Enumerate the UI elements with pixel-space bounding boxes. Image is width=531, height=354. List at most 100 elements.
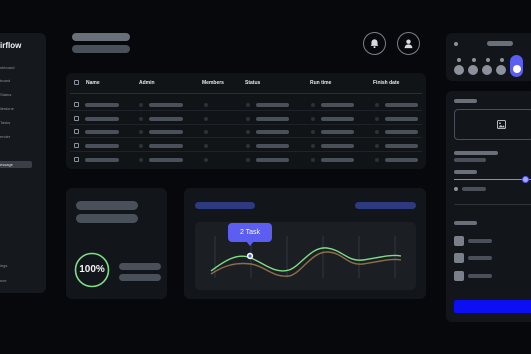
- sidebar-item-dashboard[interactable]: shboard: [0, 65, 14, 70]
- finish-dot: [375, 130, 379, 134]
- admin-cell: [149, 144, 183, 148]
- admin-cell: [149, 158, 183, 162]
- column-header-run-time[interactable]: Run time: [310, 80, 331, 86]
- status-cell: [256, 103, 289, 107]
- sidebar-item-status[interactable]: Status: [0, 92, 11, 97]
- chart-gridlines: [214, 236, 396, 278]
- status-dot: [246, 117, 250, 121]
- status-cell: [256, 144, 289, 148]
- bell-icon: [370, 39, 379, 49]
- slider-handle[interactable]: [522, 176, 529, 183]
- sidebar-item-milestone[interactable]: ilestone: [0, 106, 14, 111]
- row-divider: [70, 137, 422, 138]
- status-dot: [246, 144, 250, 148]
- status-cell: [256, 130, 289, 134]
- sidebar-item-help[interactable]: nce: [0, 278, 6, 283]
- finish-date-cell: [385, 103, 418, 107]
- image-upload-box[interactable]: [454, 109, 531, 140]
- sidebar-item-tasks[interactable]: Tasks: [0, 120, 10, 125]
- avatar[interactable]: [482, 65, 492, 75]
- column-header-name[interactable]: Name: [86, 80, 100, 86]
- panel-indicator: [454, 42, 458, 46]
- runtime-dot: [311, 103, 315, 107]
- admin-cell: [149, 130, 183, 134]
- option-swatch[interactable]: [454, 271, 464, 281]
- finish-date-cell: [385, 117, 418, 121]
- name-cell: [85, 130, 119, 134]
- notification-button[interactable]: [363, 32, 386, 55]
- projects-table: [66, 73, 426, 169]
- status-dot: [246, 130, 250, 134]
- page-subtitle-placeholder: [72, 45, 130, 53]
- members-avatar: [204, 117, 208, 121]
- tooltip-caret: [246, 241, 254, 246]
- row-checkbox[interactable]: [74, 116, 79, 121]
- runtime-cell: [321, 117, 354, 121]
- avatar[interactable]: [454, 65, 464, 75]
- profile-button[interactable]: [397, 32, 420, 55]
- admin-cell: [149, 117, 183, 121]
- avatar[interactable]: [496, 65, 506, 75]
- brand-logo-text: irflow: [0, 41, 22, 50]
- runtime-dot: [311, 117, 315, 121]
- sidebar-item-board[interactable]: board: [0, 78, 10, 83]
- progress-legend-placeholder: [119, 263, 161, 270]
- finish-date-cell: [385, 144, 418, 148]
- row-checkbox[interactable]: [74, 143, 79, 148]
- progress-value: 100%: [79, 264, 105, 275]
- panel-title-placeholder: [487, 41, 513, 46]
- finish-dot: [375, 103, 379, 107]
- column-header-finish-date[interactable]: Finish date: [373, 80, 399, 86]
- image-icon: [497, 120, 506, 129]
- runtime-cell: [321, 158, 354, 162]
- option-swatch[interactable]: [454, 236, 464, 246]
- members-avatar: [204, 103, 208, 107]
- sidebar-item-settings[interactable]: ings: [0, 263, 7, 268]
- admin-avatar: [139, 144, 143, 148]
- status-dot: [246, 103, 250, 107]
- status-dot: [246, 158, 250, 162]
- primary-action-button[interactable]: [454, 300, 531, 313]
- status-cell: [256, 158, 289, 162]
- select-all-checkbox[interactable]: [74, 80, 79, 85]
- page-title-placeholder: [72, 33, 130, 41]
- column-header-members[interactable]: Members: [202, 80, 224, 86]
- row-checkbox[interactable]: [74, 102, 79, 107]
- runtime-dot: [311, 130, 315, 134]
- finish-dot: [375, 117, 379, 121]
- row-checkbox[interactable]: [74, 157, 79, 162]
- name-cell: [85, 103, 119, 107]
- admin-avatar: [139, 103, 143, 107]
- runtime-cell: [321, 130, 354, 134]
- admin-avatar: [139, 117, 143, 121]
- status-cell: [256, 117, 289, 121]
- slider-track[interactable]: [454, 179, 531, 181]
- column-header-admin[interactable]: Admin: [139, 80, 155, 86]
- row-checkbox[interactable]: [74, 129, 79, 134]
- runtime-cell: [321, 144, 354, 148]
- column-header-status[interactable]: Status: [245, 80, 260, 86]
- runtime-dot: [311, 144, 315, 148]
- row-divider: [70, 124, 422, 125]
- user-icon: [404, 39, 413, 49]
- finish-dot: [375, 144, 379, 148]
- finish-date-cell: [385, 158, 418, 162]
- chart-tooltip: 2 Task: [228, 223, 272, 242]
- runtime-cell: [321, 103, 354, 107]
- name-cell: [85, 117, 119, 121]
- sidebar-item-calendar[interactable]: ender: [0, 134, 10, 139]
- finish-dot: [375, 158, 379, 162]
- progress-legend-placeholder: [119, 274, 161, 281]
- progress-card-subtitle-placeholder: [76, 214, 138, 223]
- chart-series-primary: [210, 247, 402, 272]
- admin-avatar: [139, 158, 143, 162]
- table-header-divider: [70, 93, 422, 94]
- progress-card-title-placeholder: [76, 201, 138, 210]
- name-cell: [85, 144, 119, 148]
- avatar[interactable]: [468, 65, 478, 75]
- sidebar-item-message[interactable]: essage: [0, 161, 32, 168]
- option-swatch[interactable]: [454, 253, 464, 263]
- name-cell: [85, 158, 119, 162]
- section-label-placeholder: [454, 99, 477, 103]
- chart-filter-pill[interactable]: [355, 202, 416, 209]
